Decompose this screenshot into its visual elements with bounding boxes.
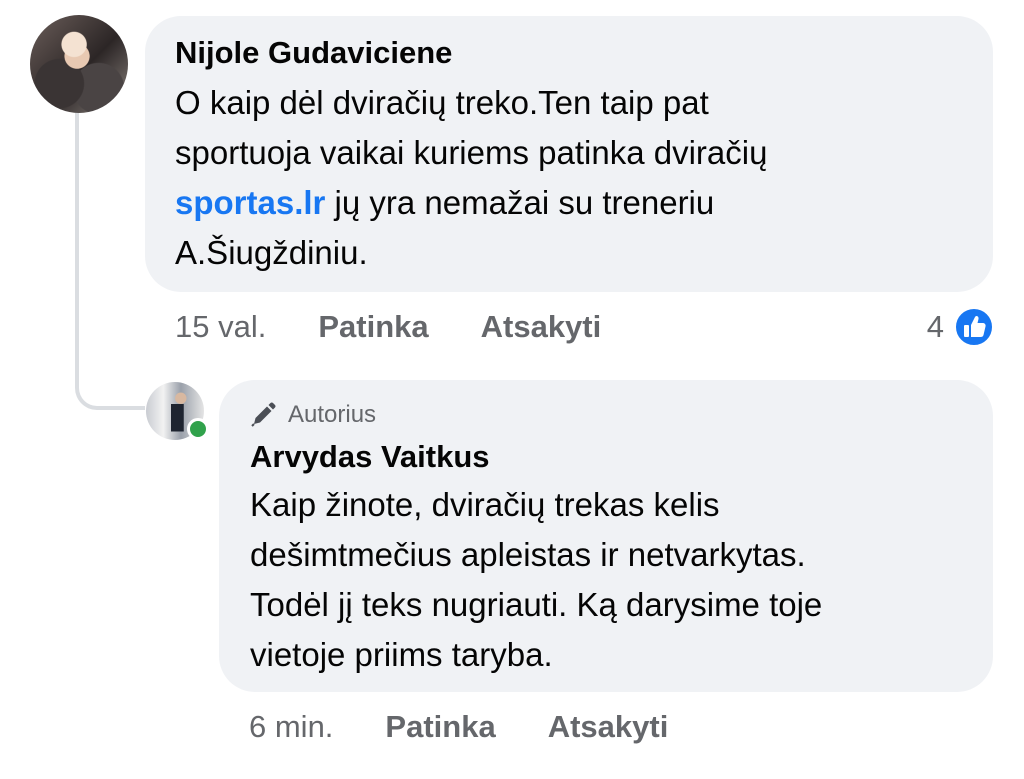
reply-text-line: dešimtmečius apleistas ir netvarkytas.: [250, 536, 806, 573]
thread-connector-line: [75, 112, 145, 410]
reply-text-line: Todėl jį teks nugriauti. Ką darysime toj…: [250, 586, 823, 623]
reply-text-line: vietoje priims taryba.: [250, 636, 553, 673]
reply-button[interactable]: Atsakyti: [481, 309, 602, 345]
comment-text-line: A.Šiugždiniu.: [175, 234, 368, 271]
comment-text: O kaip dėl dviračių treko.Ten taip pat s…: [175, 78, 963, 278]
comment-bubble: Nijole Gudaviciene O kaip dėl dviračių t…: [145, 16, 993, 292]
comment-thread: Nijole Gudaviciene O kaip dėl dviračių t…: [0, 0, 1024, 779]
reaction-count: 4: [926, 309, 944, 344]
reply-text-line: Kaip žinote, dviračių trekas kelis: [250, 486, 720, 523]
comment-text-line: O kaip dėl dviračių treko.Ten taip pat: [175, 84, 709, 121]
like-button[interactable]: Patinka: [385, 709, 495, 745]
like-button[interactable]: Patinka: [318, 309, 428, 345]
comment-text-fragment: jų yra nemažai su treneriu: [325, 184, 715, 221]
online-status-dot: [187, 418, 209, 440]
author-badge: Autorius: [250, 400, 963, 430]
reply-button[interactable]: Atsakyti: [548, 709, 669, 745]
reaction-summary[interactable]: 4: [927, 307, 994, 347]
reply-author-name[interactable]: Arvydas Vaitkus: [250, 438, 963, 476]
reply-text: Kaip žinote, dviračių trekas kelis dešim…: [250, 480, 963, 680]
comment-text-line: sportuoja vaikai kuriems patinka dvirači…: [175, 134, 768, 171]
avatar[interactable]: [30, 15, 128, 113]
author-badge-label: Autorius: [288, 401, 377, 428]
comment-link[interactable]: sportas.lr: [175, 184, 325, 221]
comment-author-name[interactable]: Nijole Gudaviciene: [175, 34, 963, 72]
comment-actions: 15 val. Patinka Atsakyti: [175, 307, 653, 347]
like-icon: [954, 307, 994, 347]
reply-bubble: Autorius Arvydas Vaitkus Kaip žinote, dv…: [219, 380, 993, 692]
reply-timestamp[interactable]: 6 min.: [249, 709, 333, 745]
pen-icon: [251, 402, 276, 427]
comment-timestamp[interactable]: 15 val.: [175, 309, 266, 345]
reply-actions: 6 min. Patinka Atsakyti: [249, 707, 720, 747]
